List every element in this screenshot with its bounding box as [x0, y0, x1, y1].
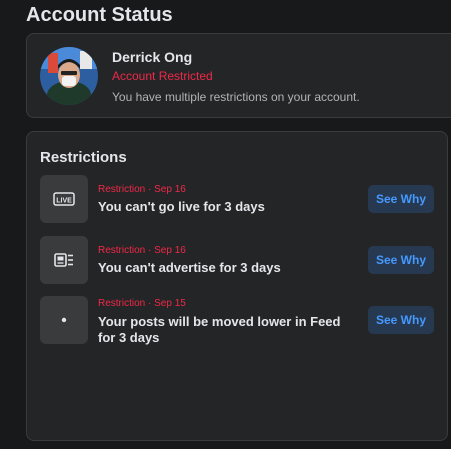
avatar-image: [40, 47, 98, 105]
restriction-item-feed: Restriction · Sep 15 Your posts will be …: [40, 296, 436, 358]
page-title: Account Status: [26, 4, 173, 26]
advertise-icon: [40, 236, 88, 284]
dot-icon: [40, 296, 88, 344]
restriction-meta: Restriction · Sep 15: [98, 298, 186, 309]
account-status-label: Account Restricted: [112, 69, 213, 83]
svg-text:LIVE: LIVE: [56, 197, 72, 204]
restriction-item-live: LIVE Restriction · Sep 16 You can't go l…: [40, 175, 436, 225]
live-icon: LIVE: [40, 175, 88, 223]
restriction-meta: Restriction · Sep 16: [98, 184, 186, 195]
see-why-button[interactable]: See Why: [368, 246, 434, 274]
restriction-text: You can't advertise for 3 days: [98, 260, 281, 275]
avatar[interactable]: [40, 47, 98, 105]
account-status-description: You have multiple restrictions on your a…: [112, 90, 360, 104]
restriction-text: Your posts will be moved lower in Feed f…: [98, 314, 341, 345]
profile-name[interactable]: Derrick Ong: [112, 49, 192, 65]
profile-card: Derrick Ong Account Restricted You have …: [26, 33, 451, 118]
restriction-text: You can't go live for 3 days: [98, 199, 265, 214]
see-why-button[interactable]: See Why: [368, 185, 434, 213]
restriction-meta: Restriction · Sep 16: [98, 245, 186, 256]
restrictions-title: Restrictions: [40, 149, 127, 166]
restriction-item-advertise: Restriction · Sep 16 You can't advertise…: [40, 236, 436, 286]
account-status-page: Account Status Derrick Ong Account Restr…: [0, 0, 451, 449]
restrictions-card: Restrictions LIVE Restriction · Sep 16 Y…: [26, 131, 448, 441]
see-why-button[interactable]: See Why: [368, 306, 434, 334]
